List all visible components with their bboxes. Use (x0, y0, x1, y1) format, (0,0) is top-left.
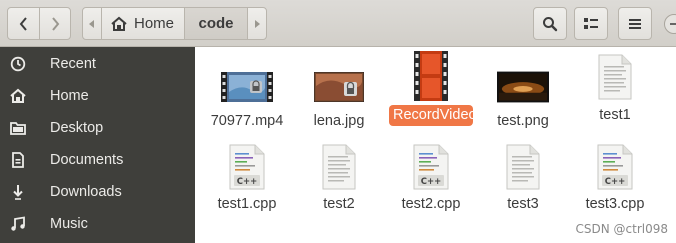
video-file-icon (405, 50, 457, 102)
forward-button[interactable] (39, 7, 71, 40)
home-icon (9, 87, 27, 105)
file-name: test.png (497, 113, 549, 129)
chevron-right-icon (52, 16, 60, 31)
sidebar-item-documents[interactable]: Documents (0, 144, 195, 176)
file-name: test1.cpp (217, 196, 277, 212)
header-bar: Home code (0, 0, 676, 47)
view-options-button[interactable] (574, 7, 608, 40)
sidebar: Recent Home Desktop Documents Downloads … (0, 47, 195, 243)
sidebar-item-label: Music (50, 216, 88, 232)
sidebar-item-music[interactable]: Music (0, 208, 195, 240)
file-name: test3.cpp (585, 196, 645, 212)
file-item[interactable]: 70977.mp4 (202, 65, 292, 130)
file-name: test2.cpp (401, 196, 461, 212)
triangle-left-icon (89, 19, 94, 28)
breadcrumb-home[interactable]: Home (101, 7, 185, 40)
breadcrumb-scroll-left[interactable] (82, 7, 102, 40)
window-minimize-button[interactable] (664, 14, 676, 34)
breadcrumb-current[interactable]: code (184, 7, 248, 40)
breadcrumb-scroll-right[interactable] (247, 7, 267, 40)
triangle-right-icon (255, 19, 260, 28)
menu-button[interactable] (618, 7, 652, 40)
watermark: CSDN @ctrl098 (575, 222, 668, 236)
file-item[interactable]: C++ test1.cpp (202, 142, 292, 213)
download-icon (9, 183, 27, 201)
binary-file-icon (313, 142, 365, 192)
cpp-file-icon: C++ (221, 142, 273, 192)
file-item[interactable]: test1 (570, 51, 660, 124)
file-grid: 70977.mp4 lena.jpg RecordVideo.avi test.… (195, 47, 676, 243)
sidebar-item-recent[interactable]: Recent (0, 48, 195, 80)
binary-file-icon (589, 51, 641, 103)
document-icon (9, 151, 27, 169)
svg-text:C++: C++ (605, 177, 625, 187)
svg-text:C++: C++ (237, 177, 257, 187)
list-view-icon (584, 17, 598, 29)
svg-text:C++: C++ (421, 177, 441, 187)
breadcrumb-home-label: Home (134, 15, 175, 32)
sidebar-item-label: Desktop (50, 120, 104, 136)
binary-file-icon (497, 142, 549, 192)
file-name: 70977.mp4 (210, 113, 284, 129)
file-item[interactable]: C++ test3.cpp (570, 142, 660, 213)
video-file-icon (221, 65, 273, 109)
file-item[interactable]: C++ test2.cpp (386, 142, 476, 213)
music-icon (9, 215, 27, 233)
breadcrumb-current-label: code (198, 15, 234, 32)
sidebar-item-home[interactable]: Home (0, 80, 195, 112)
cpp-file-icon: C++ (405, 142, 457, 192)
file-item[interactable]: test3 (478, 142, 568, 213)
file-name: test2 (323, 196, 355, 212)
image-file-icon (313, 65, 365, 109)
sidebar-item-downloads[interactable]: Downloads (0, 176, 195, 208)
image-file-icon (497, 65, 549, 109)
file-item[interactable]: lena.jpg (294, 65, 384, 130)
file-name: RecordVideo.avi (389, 105, 499, 126)
file-name: test3 (507, 196, 539, 212)
file-name: test1 (599, 107, 631, 123)
clock-icon (9, 55, 27, 73)
sidebar-item-desktop[interactable]: Desktop (0, 112, 195, 144)
file-name: lena.jpg (313, 113, 365, 129)
sidebar-item-label: Recent (50, 56, 96, 72)
cpp-file-icon: C++ (589, 142, 641, 192)
file-item[interactable]: test.png (478, 65, 568, 130)
chevron-left-icon (19, 16, 27, 31)
hamburger-icon (629, 18, 641, 29)
minimize-icon (670, 23, 676, 25)
back-button[interactable] (7, 7, 40, 40)
sidebar-item-label: Home (50, 88, 89, 104)
sidebar-item-label: Downloads (50, 184, 122, 200)
folder-icon (9, 119, 27, 137)
file-item[interactable]: test2 (294, 142, 384, 213)
search-icon (543, 16, 558, 31)
sidebar-item-label: Documents (50, 152, 124, 168)
home-icon (111, 16, 127, 31)
search-button[interactable] (533, 7, 567, 40)
file-item-selected[interactable]: RecordVideo.avi (386, 50, 499, 126)
